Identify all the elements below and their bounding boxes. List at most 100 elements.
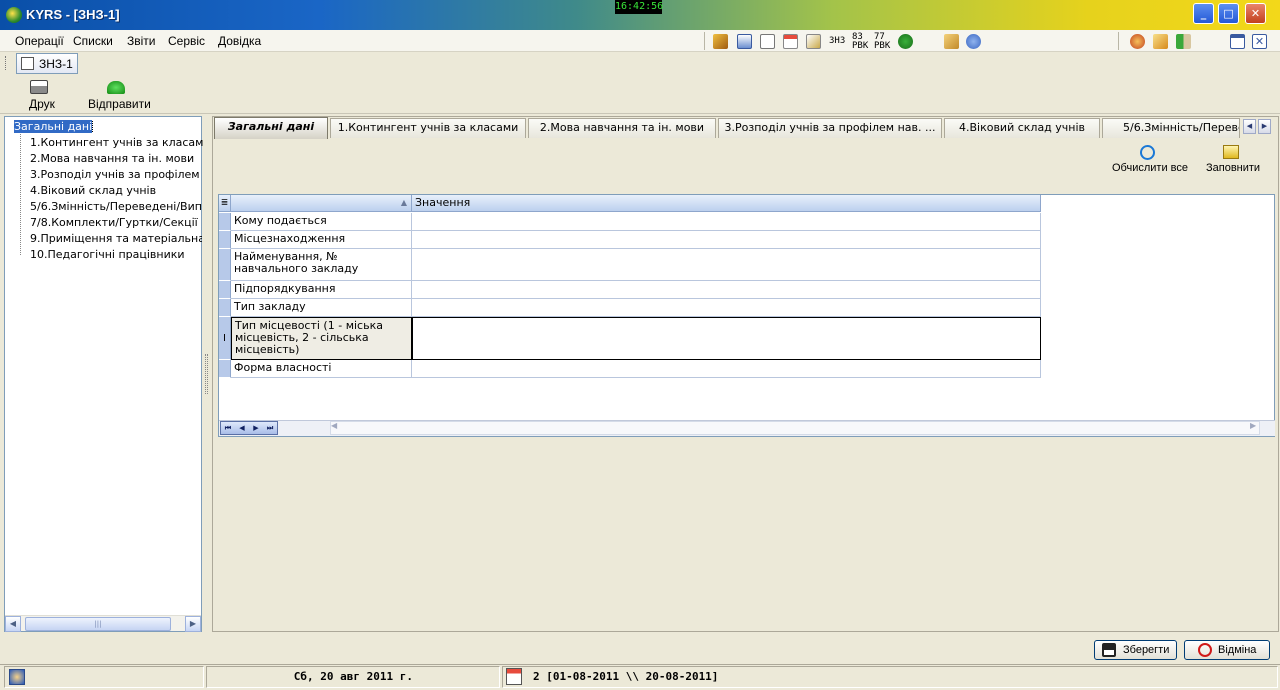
calendar-status-icon[interactable] [506,668,522,685]
prev-record-button[interactable]: ◀ [235,422,249,434]
bottom-bar [0,636,1280,664]
floppy-icon [1102,643,1116,657]
rvk77-bottom[interactable]: РВК [874,42,890,51]
tree-item-teachers[interactable]: 10.Педагогічні працівники [30,248,214,261]
calculate-icon[interactable] [1140,145,1155,160]
minimize-button[interactable]: _ [1193,3,1214,24]
cancel-label: Відміна [1218,644,1257,656]
rvk83-bottom[interactable]: РВК [852,42,868,51]
cancel-button[interactable]: Відміна [1184,640,1270,660]
tree-item-sets[interactable]: 7/8.Комплекти/Гуртки/Секції [30,216,202,229]
first-record-button[interactable]: ⏮ [221,422,235,434]
grid-horizontal-scrollbar[interactable] [330,421,1260,435]
grid-row-name[interactable]: Місцезнаходження [231,231,412,249]
table-icon[interactable] [737,34,752,49]
toolbar-separator [1118,32,1119,50]
panel-splitter[interactable] [203,116,210,632]
grid-row-value[interactable] [412,299,1041,317]
scroll-thumb[interactable]: ||| [25,617,171,631]
book-open-icon[interactable] [806,34,821,49]
grid-menu-icon[interactable]: ≣ [219,195,231,212]
tree-item-premises[interactable]: 9.Приміщення та матеріальна баз [30,232,202,245]
grid-row-name[interactable]: Форма власності [231,360,412,378]
document-tab[interactable]: ЗНЗ-1 [16,53,78,74]
menu-reports[interactable]: Звіти [127,34,156,48]
row-indicator[interactable] [219,249,231,281]
menu-lists[interactable]: Списки [73,34,113,48]
window-close-icon[interactable]: ✕ [1252,34,1267,49]
tab-profile[interactable]: 3.Розподіл учнів за профілем нав. ... [718,118,942,138]
last-record-button[interactable]: ⏭ [263,422,277,434]
next-record-button[interactable]: ▶ [249,422,263,434]
action-toolbar [0,76,1280,114]
tab-shift[interactable]: 5/6.Змінність/Переведе [1102,118,1240,138]
zn3-button[interactable]: ЗНЗ [829,37,845,46]
grid-header-name[interactable]: ▲ [231,195,412,212]
status-date: Сб, 20 авг 2011 г. [206,666,500,688]
menu-operations[interactable]: Операції [15,34,64,48]
tab-scroll-left[interactable]: ◀ [1243,119,1256,134]
tree-item-profile[interactable]: 3.Розподіл учнів за профілем нав. [30,168,202,181]
calculate-all-button[interactable]: Обчислити все [1112,162,1188,174]
print-button[interactable]: Друк [29,97,55,111]
tab-general[interactable]: Загальні дані [214,117,328,139]
tree-item-shift[interactable]: 5/6.Змінність/Переведені/Випускн [30,200,202,213]
calendar-icon[interactable] [783,34,798,49]
row-indicator[interactable] [219,299,231,317]
tab-age[interactable]: 4.Віковий склад учнів [944,118,1100,138]
grid-row-value[interactable] [412,281,1041,299]
keys-icon[interactable] [944,34,959,49]
grid-row-value[interactable] [412,213,1041,231]
tree-horizontal-scrollbar[interactable]: ◀ ||| ▶ [5,615,201,632]
tree-item-language[interactable]: 2.Мова навчання та ін. мови [30,152,214,165]
globe-icon[interactable] [898,34,913,49]
tab-language[interactable]: 2.Мова навчання та ін. мови [528,118,716,138]
tree-item-general[interactable]: Загальні дані [14,120,198,133]
grid-row-name[interactable]: Кому подається [231,213,412,231]
toolbar-grip [704,32,705,50]
send-icon[interactable] [107,81,125,94]
row-indicator[interactable] [219,231,231,249]
scroll-right-button[interactable]: ▶ [185,616,201,632]
send-button[interactable]: Відправити [88,97,151,111]
exit-door-icon[interactable] [1176,34,1191,49]
grid-row-value[interactable] [412,360,1041,378]
checklist-icon[interactable] [760,34,775,49]
tab-scroll-right[interactable]: ▶ [1258,119,1271,134]
fill-button[interactable]: Заповнити [1206,162,1260,174]
tree-item-contingent[interactable]: 1.Контингент учнів за класами [30,136,214,149]
scroll-left-button[interactable]: ◀ [5,616,21,632]
grid-scroll-right[interactable]: ▶ [1250,421,1256,430]
grid-row-name[interactable]: Підпорядкування [231,281,412,299]
grid-row-name-current[interactable]: Тип місцевості (1 - міська місцевість, 2… [231,317,412,360]
row-indicator-current[interactable]: I [219,317,231,360]
grid-row-name[interactable]: Найменування, № навчального закладу [231,249,412,281]
edit-icon[interactable] [1153,34,1168,49]
save-button[interactable]: Зберегти [1094,640,1177,660]
tree-connector [20,125,21,255]
grid-header-value[interactable]: Значення [412,195,1041,212]
grid-row-value[interactable] [412,231,1041,249]
tab-contingent[interactable]: 1.Контингент учнів за класами [330,118,526,138]
help-chat-icon[interactable] [966,34,981,49]
printer-icon[interactable] [30,80,48,94]
grid-row-value-current[interactable] [412,317,1041,360]
menu-help[interactable]: Довідка [218,34,261,48]
grid-row-name[interactable]: Тип закладу [231,299,412,317]
menu-service[interactable]: Сервіс [168,34,205,48]
row-indicator[interactable] [219,213,231,231]
users-icon[interactable] [1130,34,1145,49]
fill-icon[interactable] [1223,145,1239,159]
rvk77-top[interactable]: 77 [874,33,885,42]
grid-scroll-left[interactable]: ◀ [331,421,337,430]
close-button[interactable]: ✕ [1245,3,1266,24]
books-icon[interactable] [713,34,728,49]
status-user-cell [4,666,204,688]
row-indicator[interactable] [219,360,231,378]
tree-item-age[interactable]: 4.Віковий склад учнів [30,184,214,197]
window-restore-icon[interactable] [1230,34,1245,49]
grid-row-value[interactable] [412,249,1041,281]
row-indicator[interactable] [219,281,231,299]
maximize-button[interactable]: □ [1218,3,1239,24]
rvk83-top[interactable]: 83 [852,33,863,42]
